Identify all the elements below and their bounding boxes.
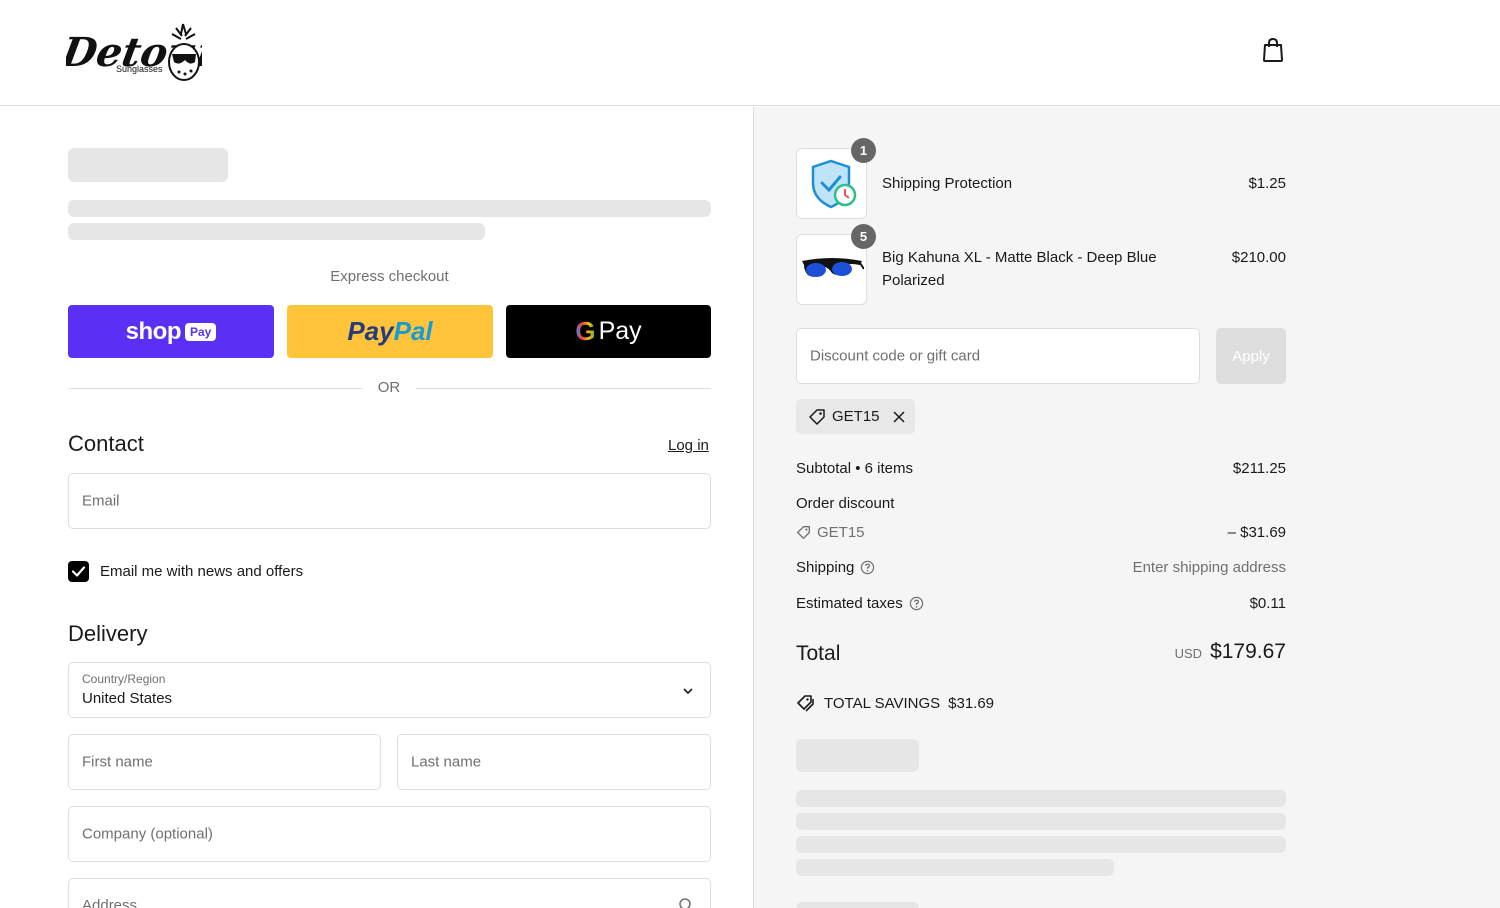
- or-divider-left: [68, 388, 362, 389]
- delivery-heading: Delivery: [68, 621, 148, 646]
- discount-code-field[interactable]: Discount code or gift card: [796, 328, 1200, 384]
- tags-icon: [796, 694, 816, 712]
- search-icon: [678, 897, 694, 908]
- order-discount-value: – $31.69: [1227, 524, 1286, 541]
- paypal-word-pay: Pay: [347, 316, 394, 346]
- help-circle-icon[interactable]: [909, 596, 924, 611]
- total-savings-label: TOTAL SAVINGS: [824, 694, 941, 712]
- newsletter-label: Email me with news and offers: [100, 563, 304, 580]
- first-name-field[interactable]: First name: [68, 734, 381, 790]
- address-placeholder: Address: [82, 897, 138, 908]
- cart-item-price: $1.25: [1248, 175, 1286, 192]
- loading-skeleton-title: [796, 902, 919, 908]
- quantity-badge: 5: [851, 224, 876, 249]
- shop-pay-badge: Pay: [184, 322, 217, 341]
- paypal-button[interactable]: PayPal: [287, 305, 493, 358]
- applied-discount-code: GET15: [832, 408, 880, 425]
- express-checkout-label: Express checkout: [330, 268, 449, 285]
- estimated-taxes-label: Estimated taxes: [796, 595, 903, 612]
- cart-item-name: Shipping Protection: [882, 175, 1013, 192]
- cart-item-thumbnail: 5: [796, 224, 876, 305]
- total-savings-value: $31.69: [948, 694, 995, 712]
- subtotal-label: Subtotal • 6 items: [796, 460, 913, 477]
- applied-discount-chip: GET15: [796, 399, 915, 434]
- svg-text:Sunglasses: Sunglasses: [116, 64, 163, 74]
- country-region-label: Country/Region: [82, 672, 166, 686]
- company-field[interactable]: Company (optional): [68, 806, 711, 862]
- google-g-icon: G: [575, 316, 596, 346]
- last-name-field[interactable]: Last name: [397, 734, 711, 790]
- apply-discount-button[interactable]: Apply: [1216, 328, 1286, 384]
- first-name-placeholder: First name: [82, 753, 153, 771]
- shield-clock-icon: [807, 157, 859, 211]
- total-currency: USD: [1174, 646, 1203, 661]
- tag-icon: [796, 525, 811, 540]
- or-divider-right: [416, 388, 711, 389]
- loading-skeleton-line: [796, 813, 1286, 830]
- chevron-down-icon: [682, 685, 694, 697]
- shop-pay-button[interactable]: shop Pay: [68, 305, 274, 358]
- shopping-bag-icon[interactable]: [1260, 36, 1286, 64]
- loading-skeleton-line: [796, 790, 1286, 807]
- loading-skeleton-title: [68, 148, 228, 182]
- email-field[interactable]: Email: [68, 473, 711, 529]
- help-circle-icon[interactable]: [860, 560, 875, 575]
- total-savings-row: TOTAL SAVINGS $31.69: [796, 694, 994, 712]
- shop-pay-word: shop: [125, 317, 182, 345]
- discount-code-placeholder: Discount code or gift card: [810, 347, 981, 365]
- detour-logo[interactable]: Detour Sunglasses: [57, 20, 225, 82]
- cart-item-thumbnail: 1: [796, 138, 876, 219]
- total-label: Total: [796, 642, 841, 665]
- shipping-label: Shipping: [796, 559, 855, 576]
- contact-heading: Contact: [68, 431, 144, 456]
- order-discount-code-row: GET15: [796, 524, 865, 541]
- estimated-taxes-value: $0.11: [1249, 595, 1286, 612]
- total-value-group: USD $179.67: [1175, 640, 1286, 664]
- log-in-link[interactable]: Log in: [668, 437, 709, 454]
- cart-item-name: Big Kahuna XL - Matte Black - Deep Blue …: [882, 249, 1157, 289]
- loading-skeleton-line: [68, 200, 711, 217]
- shipping-row-label: Shipping: [796, 559, 875, 576]
- paypal-word-pal: Pal: [393, 316, 433, 346]
- email-placeholder: Email: [82, 492, 120, 510]
- total-amount: $179.67: [1210, 640, 1286, 663]
- loading-skeleton-line: [796, 859, 1114, 876]
- country-region-value: United States: [82, 690, 173, 707]
- country-region-select[interactable]: Country/Region United States: [68, 662, 711, 718]
- remove-discount-close-icon[interactable]: [892, 410, 906, 424]
- loading-skeleton-title: [796, 739, 919, 772]
- loading-skeleton-line: [796, 836, 1286, 853]
- checkout-header: Detour Sunglasses: [0, 0, 1500, 106]
- quantity-badge: 1: [851, 138, 876, 163]
- or-divider-text: OR: [377, 379, 401, 396]
- subtotal-value: $211.25: [1232, 460, 1286, 477]
- sunglasses-icon: [800, 253, 864, 285]
- company-placeholder: Company (optional): [82, 825, 213, 843]
- address-field[interactable]: Address: [68, 878, 711, 908]
- google-pay-button[interactable]: G Pay: [506, 305, 711, 358]
- order-discount-label: Order discount: [796, 495, 895, 512]
- last-name-placeholder: Last name: [411, 753, 482, 771]
- google-pay-word: Pay: [598, 317, 642, 345]
- loading-skeleton-line: [68, 223, 485, 240]
- estimated-taxes-row-label: Estimated taxes: [796, 595, 924, 612]
- checkmark-icon: [71, 566, 86, 577]
- tag-icon: [808, 408, 826, 426]
- order-discount-code: GET15: [817, 524, 865, 541]
- cart-item-price: $210.00: [1231, 249, 1286, 266]
- shipping-value: Enter shipping address: [1132, 559, 1286, 576]
- newsletter-checkbox[interactable]: [68, 561, 89, 582]
